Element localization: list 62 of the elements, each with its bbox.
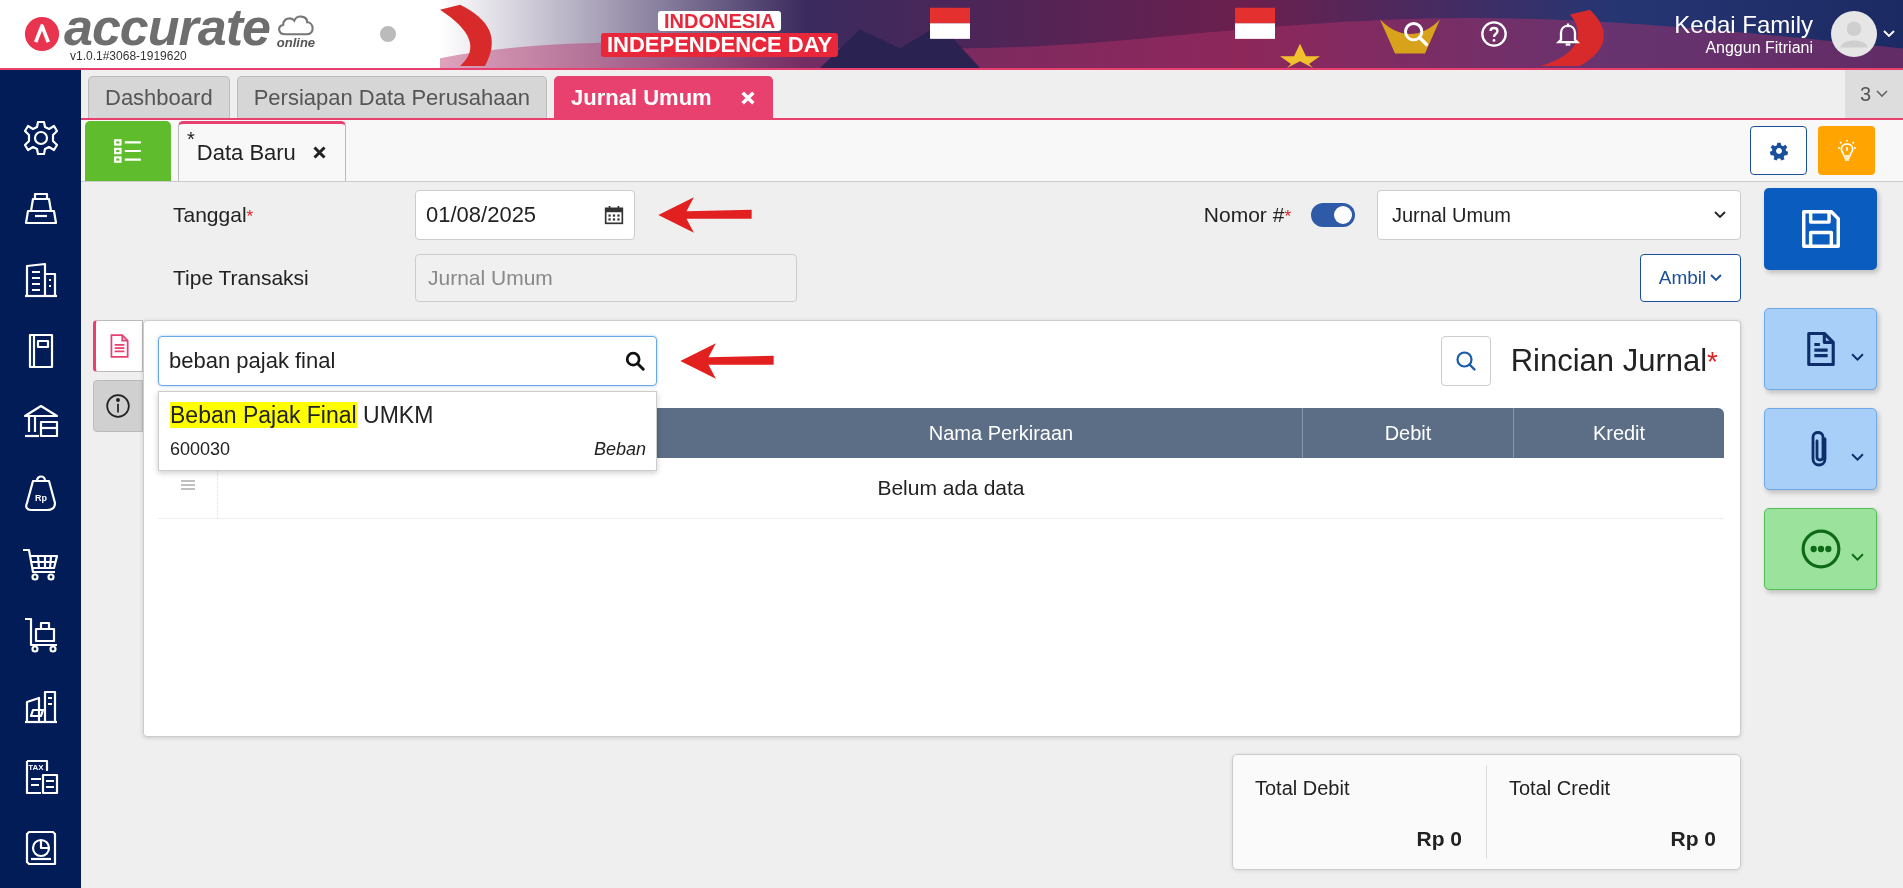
chevron-icon [1876, 90, 1889, 98]
auto-number-toggle[interactable] [1311, 203, 1355, 227]
more-icon [1799, 528, 1842, 570]
field-label: Tanggal* [173, 203, 255, 227]
info-tab[interactable] [93, 380, 143, 432]
logo-subtitle: online [276, 36, 316, 49]
suggestion-item[interactable]: Beban Pajak Final UMKM 600030 Beban [159, 392, 656, 470]
account-type: Beban [593, 439, 646, 460]
chevron-icon[interactable] [1883, 30, 1895, 38]
total-value: Rp 0 [1670, 827, 1716, 851]
calendar-icon[interactable] [604, 205, 624, 225]
total-label: Total Debit [1255, 777, 1351, 800]
info-icon [105, 393, 131, 419]
number-select[interactable]: Jurnal Umum [1377, 190, 1741, 240]
user-name: Anggun Fitriani [1705, 39, 1813, 57]
chevron-icon [1710, 274, 1723, 282]
detail-tab[interactable] [93, 320, 143, 372]
help-icon[interactable] [1480, 20, 1509, 48]
close-icon[interactable] [311, 145, 327, 160]
tab-count-dropdown[interactable]: 3 [1845, 70, 1903, 118]
banner-subtitle: INDEPENDENCE DAY [600, 33, 839, 57]
tab[interactable]: Jurnal Umum [554, 76, 773, 118]
search-icon [1453, 349, 1478, 373]
more-options-button[interactable] [1764, 508, 1877, 590]
search-icon[interactable] [624, 350, 646, 372]
ambil-button[interactable]: Ambil [1640, 254, 1741, 302]
settings-button[interactable] [1750, 126, 1807, 175]
tab[interactable]: Persiapan Data Perusahaan [236, 76, 548, 118]
list-icon [113, 138, 143, 164]
chevron-icon [1851, 453, 1864, 462]
column-header: Nama Perkiraan [927, 420, 1075, 446]
account-code: 600030 [170, 439, 231, 460]
account-search-field[interactable]: beban pajak final [158, 336, 657, 386]
drag-handle-icon[interactable] [180, 480, 195, 490]
total-value: Rp 0 [1416, 827, 1462, 851]
date-field[interactable]: 01/08/2025 [415, 190, 635, 240]
total-label: Total Credit [1509, 777, 1612, 800]
avatar-icon[interactable] [1831, 11, 1877, 57]
settings-icon [1768, 140, 1789, 161]
attachment-button[interactable] [1764, 408, 1877, 490]
field-label: Tipe Transaksi [173, 266, 310, 290]
version-text: v1.0.1#3068-1919620 [70, 49, 188, 63]
section-title: Rincian Jurnal* [1510, 343, 1718, 379]
column-header: Debit [1302, 408, 1513, 458]
field-label: Nomor #* [1203, 203, 1291, 227]
search-icon[interactable] [1402, 20, 1431, 48]
banner-title: INDONESIA [658, 11, 782, 31]
logo-icon [24, 16, 60, 52]
logo-wordmark: accurate [64, 5, 270, 49]
column-header: Kredit [1513, 408, 1724, 458]
search-button[interactable] [1440, 336, 1491, 386]
modified-mark: * [187, 128, 195, 151]
save-button[interactable] [1764, 188, 1877, 270]
circle-icon [379, 26, 396, 42]
document-menu-button[interactable] [1764, 308, 1877, 390]
empty-message: Belum ada data [877, 476, 1025, 500]
chevron-icon [1851, 553, 1864, 562]
company-name: Kedai Family [1674, 11, 1813, 39]
chevron-icon [1851, 353, 1864, 362]
chevron-icon [1714, 211, 1726, 219]
account-name: Beban Pajak Final UMKM [170, 402, 435, 429]
tab[interactable]: Dashboard [88, 76, 230, 118]
